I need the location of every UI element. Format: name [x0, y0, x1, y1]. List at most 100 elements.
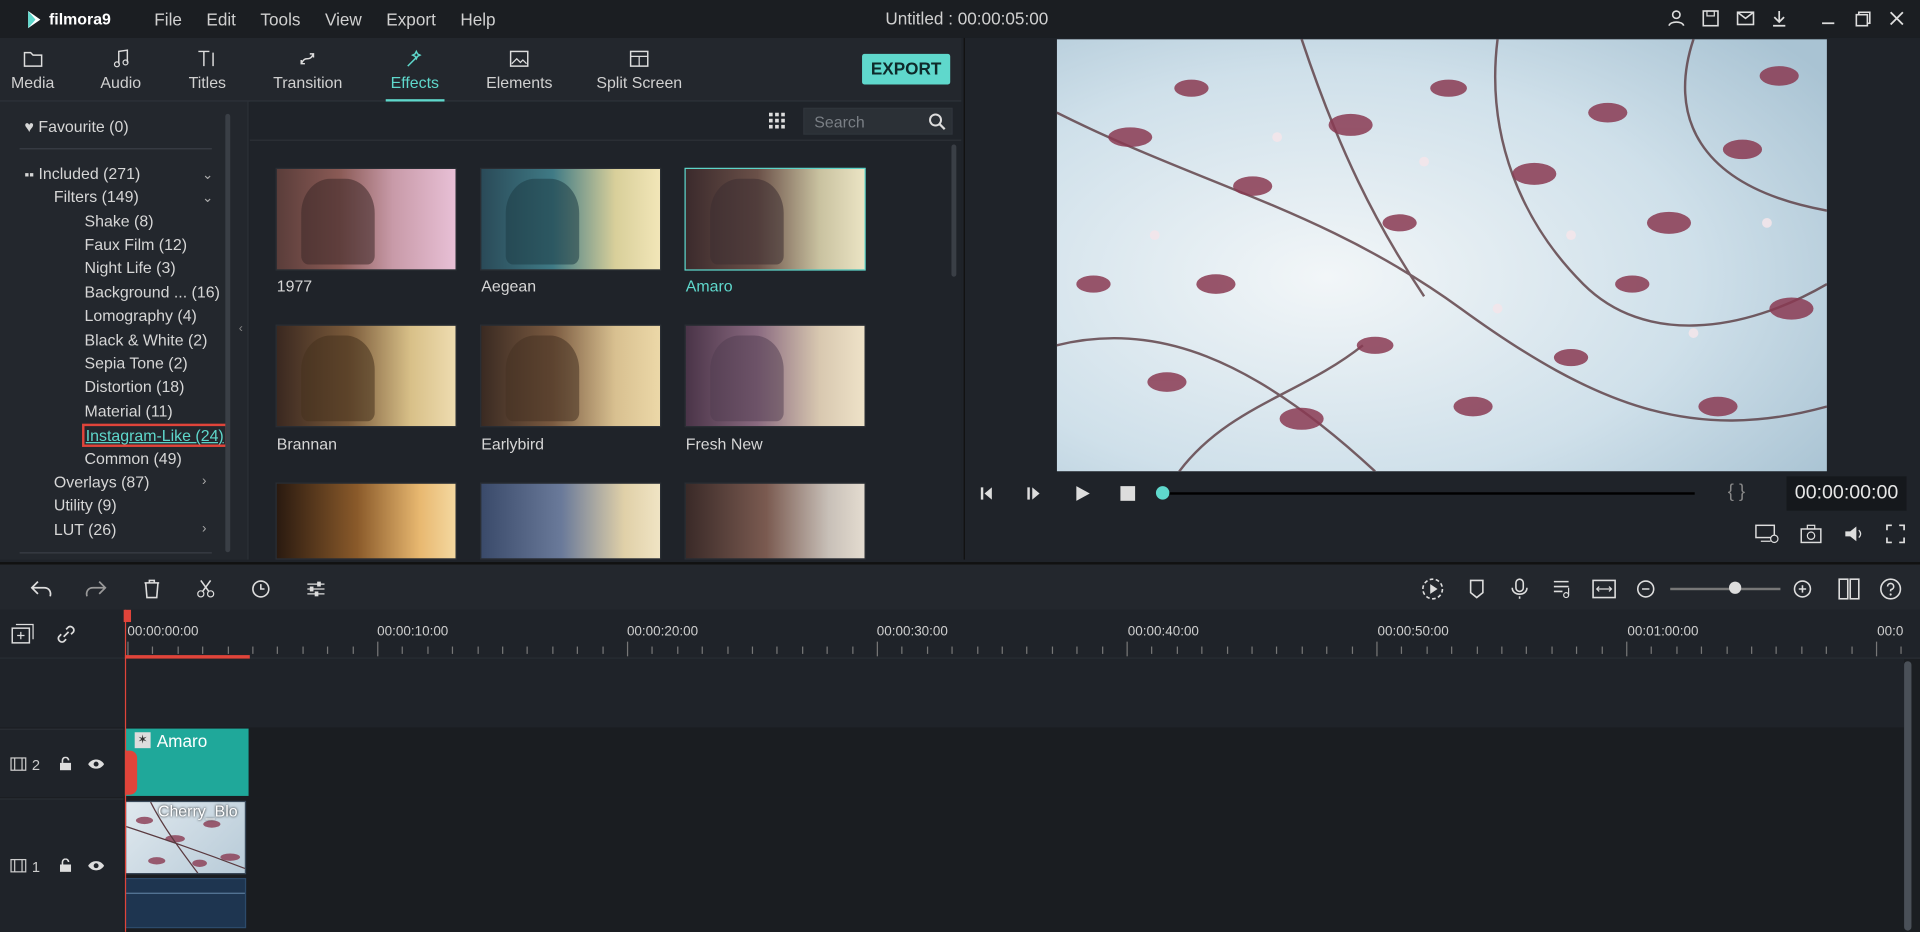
export-button[interactable]: EXPORT	[862, 53, 951, 85]
link-icon[interactable]	[55, 623, 77, 651]
marker-icon[interactable]	[1465, 577, 1489, 601]
tree-filters[interactable]: Filters (149)	[54, 187, 139, 205]
search-input[interactable]	[814, 111, 925, 132]
effect-thumbnail-amaro[interactable]	[684, 167, 866, 271]
fit-timeline-icon[interactable]	[1592, 577, 1616, 601]
tree-item-common[interactable]: Common (49)	[84, 449, 181, 467]
tree-overlays[interactable]: Overlays (87)	[54, 473, 150, 491]
undo-icon[interactable]	[29, 577, 53, 601]
lock-icon[interactable]	[59, 858, 72, 873]
collapse-panel-icon[interactable]: ‹	[239, 322, 243, 335]
grid-scrollbar[interactable]	[951, 144, 957, 277]
menu-edit[interactable]: Edit	[194, 9, 248, 29]
save-icon[interactable]	[1700, 7, 1722, 29]
snapshot-camera-icon[interactable]	[1800, 524, 1822, 550]
adjust-sliders-icon[interactable]	[304, 577, 328, 601]
effect-thumbnail-earlybird[interactable]	[480, 324, 662, 428]
delete-icon[interactable]	[140, 577, 164, 601]
play-icon[interactable]	[1074, 485, 1091, 508]
zoom-out-icon[interactable]	[1633, 577, 1657, 601]
prev-frame-icon[interactable]	[980, 485, 997, 508]
audio-mixer-icon[interactable]	[1550, 577, 1574, 601]
timeline-scrollbar[interactable]	[1904, 661, 1912, 931]
timeline-layout-icon[interactable]	[1837, 577, 1861, 601]
tab-effects[interactable]: Effects	[385, 48, 444, 102]
search-box[interactable]	[803, 107, 953, 135]
menu-help[interactable]: Help	[448, 9, 508, 29]
audio-clip[interactable]	[124, 877, 247, 929]
clip-trim-handle[interactable]	[124, 750, 138, 795]
effect-thumbnail[interactable]	[684, 482, 866, 560]
playhead[interactable]	[124, 609, 127, 932]
tree-favourite[interactable]: ♥ Favourite (0)	[24, 118, 128, 136]
playhead-handle[interactable]	[123, 609, 132, 623]
tab-media[interactable]: Media	[11, 48, 54, 92]
effect-thumbnail-1977[interactable]	[275, 167, 457, 271]
tree-item-sepia-tone[interactable]: Sepia Tone (2)	[84, 354, 187, 372]
close-icon[interactable]	[1886, 7, 1908, 29]
menu-view[interactable]: View	[313, 9, 374, 29]
effect-clip-amaro[interactable]: ✶ Amaro	[124, 728, 249, 796]
add-track-icon[interactable]	[11, 623, 35, 651]
menu-file[interactable]: File	[142, 9, 194, 29]
tab-transition[interactable]: Transition	[273, 48, 342, 92]
cut-icon[interactable]	[193, 577, 217, 601]
volume-icon[interactable]	[1844, 524, 1866, 550]
eye-icon[interactable]	[87, 860, 105, 872]
fullscreen-icon[interactable]	[1886, 524, 1906, 550]
menu-tools[interactable]: Tools	[248, 9, 313, 29]
render-preview-icon[interactable]	[1420, 577, 1444, 601]
help-icon[interactable]	[1878, 577, 1902, 601]
tree-utility[interactable]: Utility (9)	[54, 496, 117, 514]
tab-titles[interactable]: Titles	[189, 48, 226, 92]
mail-icon[interactable]	[1734, 7, 1756, 29]
effect-thumbnail[interactable]	[275, 482, 457, 560]
grid-view-icon[interactable]	[768, 112, 785, 129]
menu-export[interactable]: Export	[374, 9, 448, 29]
in-out-markers-icon[interactable]: { }	[1728, 481, 1745, 502]
restore-icon[interactable]	[1851, 7, 1873, 29]
account-icon[interactable]	[1665, 7, 1687, 29]
tree-item-instagram-like[interactable]: Instagram-Like (24)	[82, 423, 228, 447]
effect-thumbnail-brannan[interactable]	[275, 324, 457, 428]
timeline-ruler[interactable]: 00:00:00:00 00:00:10:00 00:00:20:00 00:0…	[0, 609, 1920, 659]
tree-item-night-life[interactable]: Night Life (3)	[84, 258, 175, 276]
tree-item-background[interactable]: Background ... (16)	[84, 283, 219, 301]
chevron-right-icon[interactable]: ›	[202, 522, 206, 537]
playback-scrubber[interactable]	[1155, 486, 1170, 500]
chevron-down-icon[interactable]: ⌄	[202, 190, 213, 206]
speed-clock-icon[interactable]	[249, 577, 273, 601]
eye-icon[interactable]	[87, 758, 105, 770]
search-icon[interactable]	[928, 113, 946, 131]
next-frame-icon[interactable]	[1026, 485, 1043, 508]
chevron-right-icon[interactable]: ›	[202, 474, 206, 489]
zoom-slider-handle[interactable]	[1728, 581, 1742, 594]
tree-item-black-white[interactable]: Black & White (2)	[84, 331, 207, 349]
tab-elements[interactable]: Elements	[486, 48, 552, 92]
tree-item-lomography[interactable]: Lomography (4)	[84, 306, 196, 324]
tree-item-distortion[interactable]: Distortion (18)	[84, 377, 184, 395]
tree-item-material[interactable]: Material (11)	[84, 402, 172, 420]
tree-item-shake[interactable]: Shake (8)	[84, 212, 153, 230]
tab-audio[interactable]: Audio	[100, 48, 141, 92]
download-icon[interactable]	[1768, 7, 1790, 29]
effect-thumbnail[interactable]	[480, 482, 662, 560]
playback-progress-bar[interactable]	[1159, 492, 1695, 495]
zoom-slider-track[interactable]	[1670, 587, 1781, 591]
effect-thumbnail-fresh-new[interactable]	[684, 324, 866, 428]
redo-icon[interactable]	[83, 577, 107, 601]
video-clip-cherry-blossom[interactable]: Cherry_Blo	[124, 800, 247, 875]
tab-split-screen[interactable]: Split Screen	[596, 48, 682, 92]
effect-thumbnail-aegean[interactable]	[480, 167, 662, 271]
tree-included[interactable]: ▪▪ Included (271)	[24, 164, 140, 182]
chevron-down-icon[interactable]: ⌄	[202, 167, 213, 183]
tree-scrollbar[interactable]	[225, 113, 231, 553]
lock-icon[interactable]	[59, 756, 72, 772]
tree-item-faux-film[interactable]: Faux Film (12)	[84, 235, 187, 253]
tree-lut[interactable]: LUT (26)	[54, 520, 117, 538]
microphone-icon[interactable]	[1507, 577, 1531, 601]
zoom-in-icon[interactable]	[1790, 577, 1814, 601]
stop-icon[interactable]	[1119, 485, 1136, 508]
display-settings-icon[interactable]	[1755, 524, 1779, 550]
minimize-icon[interactable]	[1817, 7, 1839, 29]
